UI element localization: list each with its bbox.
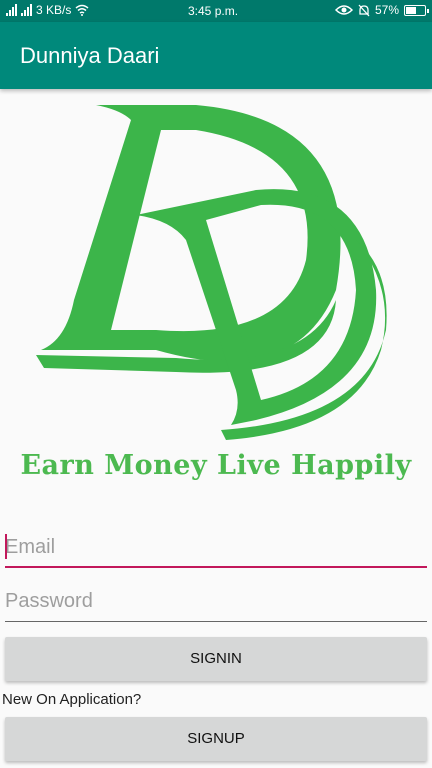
app-title: Dunniya Daari — [20, 43, 160, 68]
password-placeholder: Password — [5, 590, 93, 612]
battery-icon — [404, 4, 429, 16]
status-bar: 3 KB/s 3:45 p.m. 57% — [0, 0, 432, 22]
status-left: 3 KB/s — [6, 3, 89, 17]
email-underline — [5, 566, 427, 568]
new-user-prompt: New On Application? — [2, 691, 142, 708]
clock: 3:45 p.m. — [188, 4, 239, 18]
tagline: Earn Money Live Happily — [20, 450, 412, 481]
signal-icon — [6, 4, 17, 16]
signin-button[interactable]: SIGNIN — [5, 637, 427, 681]
app-bar: Dunniya Daari — [0, 22, 432, 89]
eye-icon — [334, 5, 353, 15]
wifi-icon — [75, 4, 89, 16]
signup-button[interactable]: SIGNUP — [5, 717, 427, 761]
dd-logo — [36, 105, 387, 440]
status-right: 57% — [334, 3, 429, 17]
email-field[interactable]: Email — [5, 528, 427, 568]
network-speed: 3 KB/s — [36, 3, 72, 17]
bell-off-icon — [358, 4, 370, 16]
battery-percent: 57% — [374, 3, 399, 17]
password-field[interactable]: Password — [5, 582, 427, 622]
battery-fill — [406, 6, 417, 14]
email-placeholder: Email — [5, 536, 56, 558]
text-cursor — [5, 534, 7, 559]
password-underline — [5, 621, 427, 622]
signal-icon-2 — [21, 4, 32, 16]
logo-second-d — [136, 189, 377, 425]
